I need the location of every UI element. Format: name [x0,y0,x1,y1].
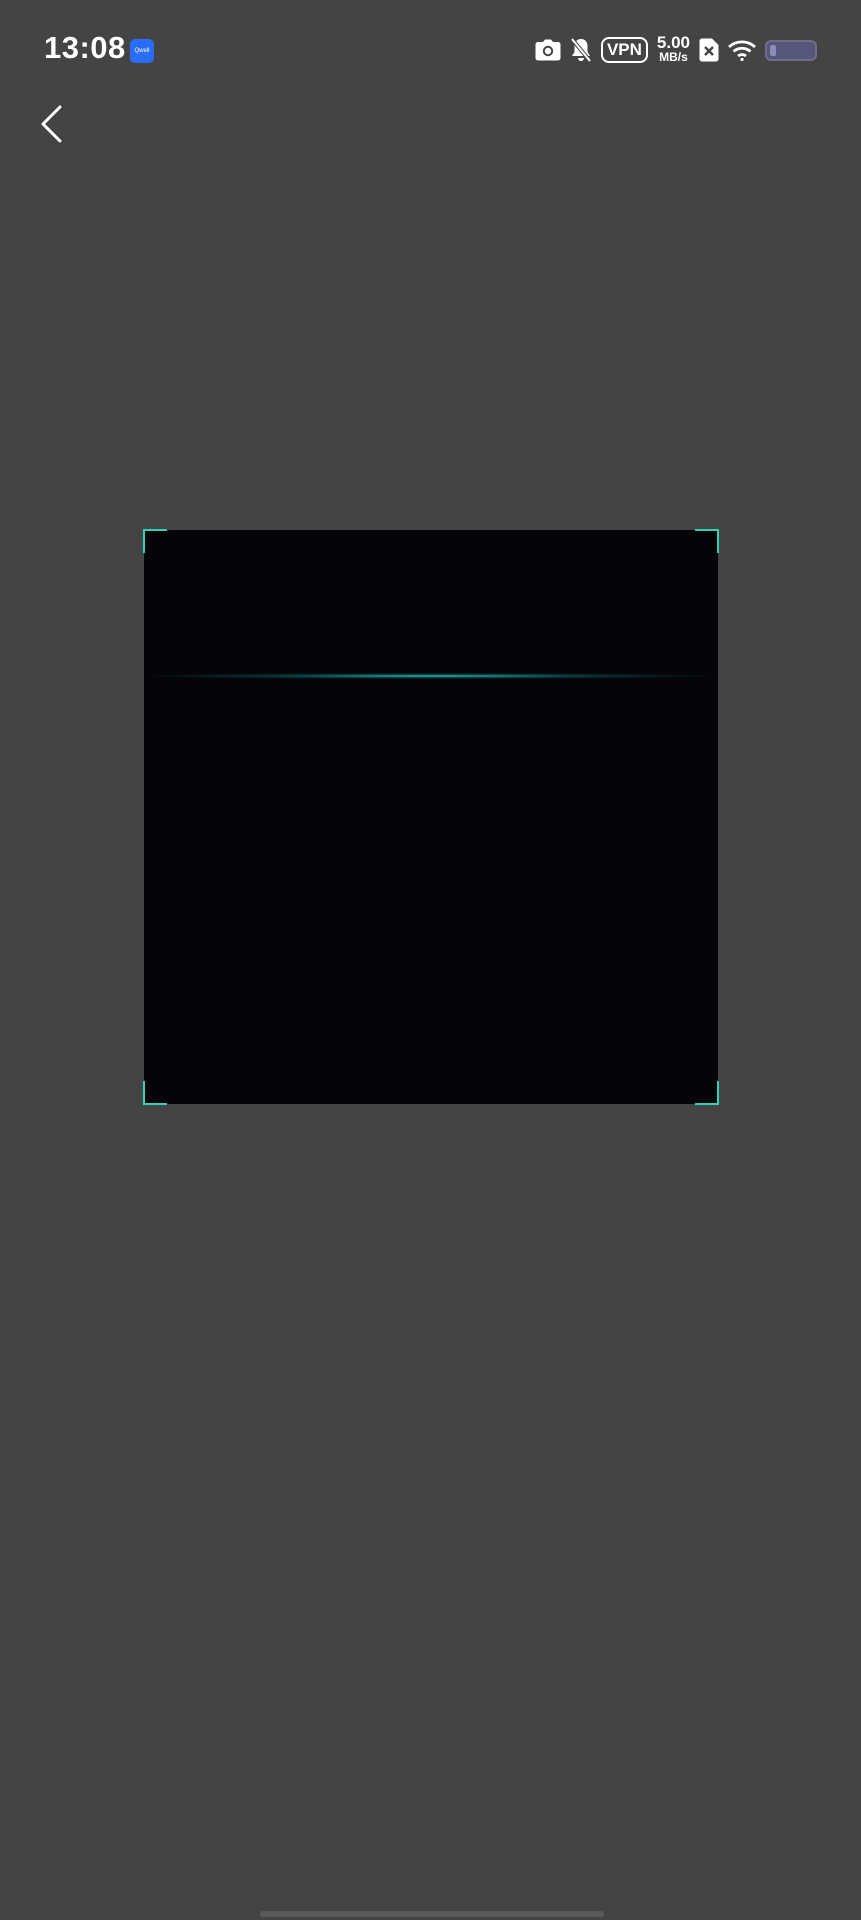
scanner-corner-top-left [143,529,167,553]
scanner-viewfinder [143,529,719,1105]
camera-icon [535,39,561,61]
scanner-corner-top-right [695,529,719,553]
app-notification-icon: Qwell [130,39,154,63]
home-indicator[interactable] [260,1911,604,1917]
battery-level [770,44,776,56]
scan-line [154,673,708,679]
back-button[interactable] [28,98,74,150]
status-time: 13:08 [44,30,126,65]
vpn-icon: VPN [600,37,648,63]
scanner-corner-bottom-right [695,1081,719,1105]
network-speed: 5.00 MB/s [656,33,690,65]
network-speed-unit: MB/s [659,50,688,64]
battery-icon [765,39,817,61]
scanner-corner-bottom-left [143,1081,167,1105]
chevron-left-icon [41,105,62,143]
sim-off-icon [699,38,719,62]
status-icons: VPN 5.00 MB/s [535,30,817,70]
status-bar: 13:08 Qwell VPN 5.00 MB/s [0,0,861,100]
bell-muted-icon [570,37,592,63]
network-speed-value: 5.00 [656,33,690,52]
wifi-icon [728,39,756,61]
